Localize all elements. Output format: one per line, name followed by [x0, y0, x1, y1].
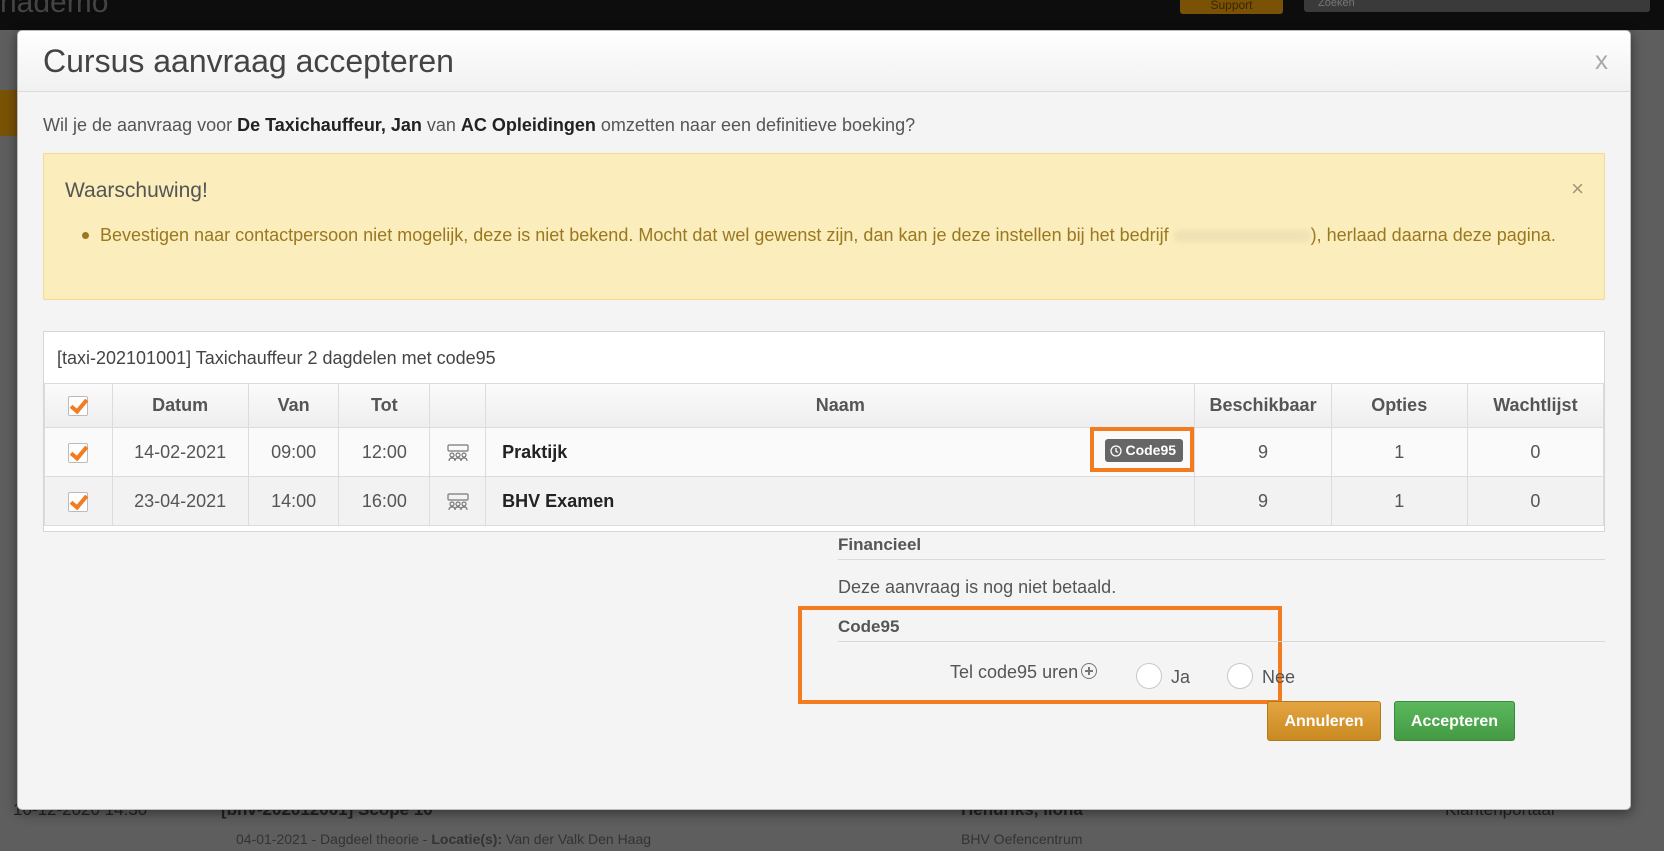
- course-title: [taxi-202101001] Taxichauffeur 2 dagdele…: [57, 348, 496, 368]
- cell-tot: 12:00: [338, 427, 431, 477]
- modal-header: Cursus aanvraag accepteren x: [18, 31, 1630, 92]
- global-search-input[interactable]: Zoeken: [1304, 0, 1650, 12]
- modal-title: Cursus aanvraag accepteren: [43, 43, 454, 79]
- sessions-table: Datum Van Tot Naam Beschikbaar Opties Wa…: [44, 383, 1605, 526]
- financieel-heading: Financieel: [838, 535, 1605, 560]
- app-top-bar: nademo Support Zoeken: [0, 0, 1664, 30]
- group-icon: [429, 476, 487, 526]
- modal-close-button[interactable]: x: [1595, 45, 1608, 76]
- column-type: [429, 383, 487, 428]
- table-row: 23-04-2021 14:00 16:00 BHV Examen 9 1 0: [44, 476, 1605, 526]
- code95-no-label[interactable]: Nee: [1262, 667, 1295, 688]
- cell-tot: 16:00: [338, 476, 431, 526]
- table-row: 14-02-2021 09:00 12:00 Praktijk Code95 9…: [44, 427, 1605, 477]
- warning-title: Waarschuwing!: [65, 179, 208, 202]
- warning-list: Bevestigen naar contactpersoon niet moge…: [72, 220, 1600, 250]
- cell-naam: BHV Examen: [485, 476, 1196, 526]
- cell-van: 14:00: [247, 476, 340, 526]
- code95-no-radio[interactable]: [1227, 663, 1253, 689]
- row-checkbox[interactable]: [68, 491, 89, 512]
- orange-side-tab: [0, 90, 18, 136]
- cell-naam: Praktijk Code95: [485, 427, 1196, 477]
- code95-yes-radio[interactable]: [1136, 663, 1162, 689]
- cell-opties: 1: [1330, 476, 1468, 526]
- code95-badge-highlight: Code95: [1090, 427, 1195, 472]
- cancel-button[interactable]: Annuleren: [1267, 701, 1381, 741]
- app-logo: nademo: [0, 0, 109, 19]
- cell-beschikbaar: 9: [1194, 427, 1332, 477]
- code95-hours-label: Tel code95 uren: [950, 662, 1098, 683]
- code95-heading: Code95: [838, 617, 1605, 642]
- cell-datum: 14-02-2021: [111, 427, 249, 477]
- code95-badge: Code95: [1105, 439, 1184, 462]
- column-datum: Datum: [111, 383, 249, 428]
- course-sessions-panel: [taxi-202101001] Taxichauffeur 2 dagdele…: [43, 331, 1605, 532]
- warning-close-button[interactable]: ×: [1571, 176, 1584, 202]
- support-button[interactable]: Support: [1180, 0, 1283, 14]
- column-beschikbaar: Beschikbaar: [1194, 383, 1332, 428]
- column-naam: Naam: [485, 383, 1196, 428]
- column-wachtlijst: Wachtlijst: [1466, 383, 1605, 428]
- accept-request-modal: Cursus aanvraag accepteren x Wil je de a…: [17, 30, 1631, 810]
- cell-opties: 1: [1330, 427, 1468, 477]
- warning-alert: Waarschuwing! × Bevestigen naar contactp…: [43, 153, 1605, 300]
- cell-van: 09:00: [247, 427, 340, 477]
- cell-wachtlijst: 0: [1466, 476, 1605, 526]
- row-checkbox[interactable]: [68, 442, 89, 463]
- select-all-checkbox[interactable]: [68, 396, 89, 417]
- confirmation-question: Wil je de aanvraag voor De Taxichauffeur…: [43, 115, 916, 135]
- student-name: De Taxichauffeur, Jan: [237, 115, 422, 135]
- redacted-company-name: [1173, 230, 1311, 243]
- cell-beschikbaar: 9: [1194, 476, 1332, 526]
- column-opties: Opties: [1330, 383, 1468, 428]
- company-name: AC Opleidingen: [460, 115, 596, 135]
- cell-datum: 23-04-2021: [111, 476, 249, 526]
- select-all-header: [44, 383, 113, 428]
- group-icon: [429, 427, 487, 477]
- info-plus-icon[interactable]: [1081, 663, 1098, 679]
- row-subtitle: 04-01-2021 - Dagdeel theorie - Locatie(s…: [236, 831, 652, 847]
- row-person-org: BHV Oefencentrum: [961, 831, 1083, 847]
- clock-icon: [1110, 445, 1123, 457]
- accept-button[interactable]: Accepteren: [1394, 701, 1515, 741]
- code95-yes-label[interactable]: Ja: [1171, 667, 1190, 688]
- payment-status-text: Deze aanvraag is nog niet betaald.: [838, 577, 1117, 597]
- warning-message: Bevestigen naar contactpersoon niet moge…: [82, 220, 1600, 250]
- column-van: Van: [247, 383, 340, 428]
- cell-wachtlijst: 0: [1466, 427, 1605, 477]
- column-tot: Tot: [338, 383, 431, 428]
